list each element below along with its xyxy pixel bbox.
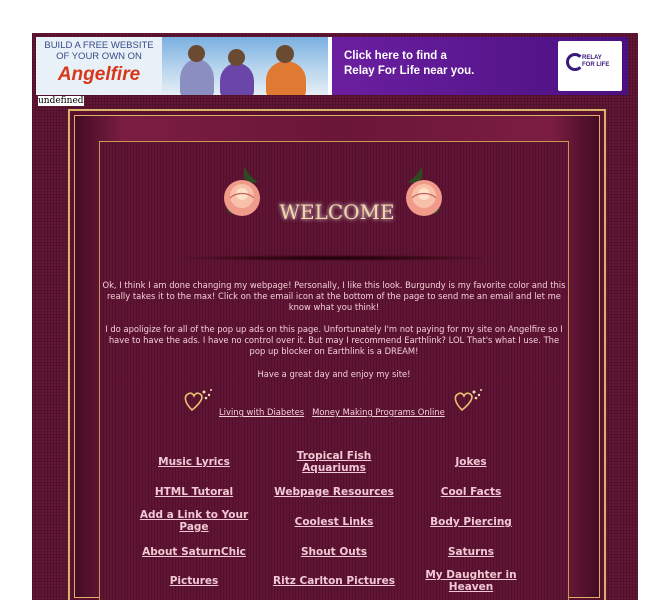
nav-link-pictures[interactable]: Pictures: [129, 575, 259, 587]
angelfire-ad-line1: BUILD A FREE WEBSITE: [44, 40, 154, 51]
page-frame: BUILD A FREE WEBSITE OF YOUR OWN ON Ange…: [32, 33, 638, 600]
rose-icon: [224, 166, 260, 216]
nav-link-coolest-links[interactable]: Coolest Links: [269, 516, 399, 528]
relay-cta-line1: Click here to find a: [344, 50, 447, 62]
angelfire-ad-line2: OF YOUR OWN ON: [56, 51, 142, 62]
content-inner: WELCOME Ok, I think I am done changing m…: [99, 141, 569, 600]
ad-photo[interactable]: [162, 37, 328, 95]
angelfire-ad[interactable]: BUILD A FREE WEBSITE OF YOUR OWN ON Ange…: [36, 37, 162, 95]
nav-link-shout-outs[interactable]: Shout Outs: [269, 546, 399, 558]
relay-logo: RELAY FOR LIFE: [558, 41, 622, 91]
nav-link-my-daughter[interactable]: My Daughter in Heaven: [406, 569, 536, 593]
welcome-title: WELCOME: [279, 200, 395, 224]
nav-link-ritz-carlton[interactable]: Ritz Carlton Pictures: [269, 575, 399, 587]
nav-link-music-lyrics[interactable]: Music Lyrics: [129, 456, 259, 468]
content-panel: WELCOME Ok, I think I am done changing m…: [68, 109, 606, 600]
nav-link-saturns[interactable]: Saturns: [406, 546, 536, 558]
relay-cta-line2: Relay For Life near you.: [344, 65, 475, 77]
nav-link-html-tutoral[interactable]: HTML Tutoral: [129, 486, 259, 498]
greeting-paragraph: Have a great day and enjoy my site!: [257, 369, 411, 379]
angelfire-logo: Angelfire: [57, 64, 141, 85]
link-money-making-programs[interactable]: Money Making Programs Online: [312, 407, 445, 417]
ad-banner[interactable]: BUILD A FREE WEBSITE OF YOUR OWN ON Ange…: [36, 37, 628, 95]
hearts-icon: [184, 389, 212, 412]
nav-link-cool-facts[interactable]: Cool Facts: [406, 486, 536, 498]
ads-paragraph: I do apoligize for all of the pop up ads…: [105, 324, 563, 356]
rose-icon: [406, 166, 442, 216]
nav-link-jokes[interactable]: Jokes: [406, 456, 536, 468]
nav-link-about-saturnchic[interactable]: About SaturnChic: [129, 546, 259, 558]
divider: [184, 255, 484, 261]
nav-link-tropical-fish[interactable]: Tropical Fish Aquariums: [269, 450, 399, 474]
nav-link-body-piercing[interactable]: Body Piercing: [406, 516, 536, 528]
nav-link-webpage-resources[interactable]: Webpage Resources: [269, 486, 399, 498]
intro-paragraph: Ok, I think I am done changing my webpag…: [102, 280, 566, 312]
hearts-icon: [454, 389, 482, 412]
undefined-text: undefined: [38, 96, 84, 106]
link-living-with-diabetes[interactable]: Living with Diabetes: [219, 407, 304, 417]
featured-links: Living with Diabetes Money Making Progra…: [219, 407, 445, 417]
relay-for-life-ad[interactable]: Click here to find a Relay For Life near…: [332, 37, 628, 95]
nav-link-add-a-link[interactable]: Add a Link to Your Page: [129, 509, 259, 533]
